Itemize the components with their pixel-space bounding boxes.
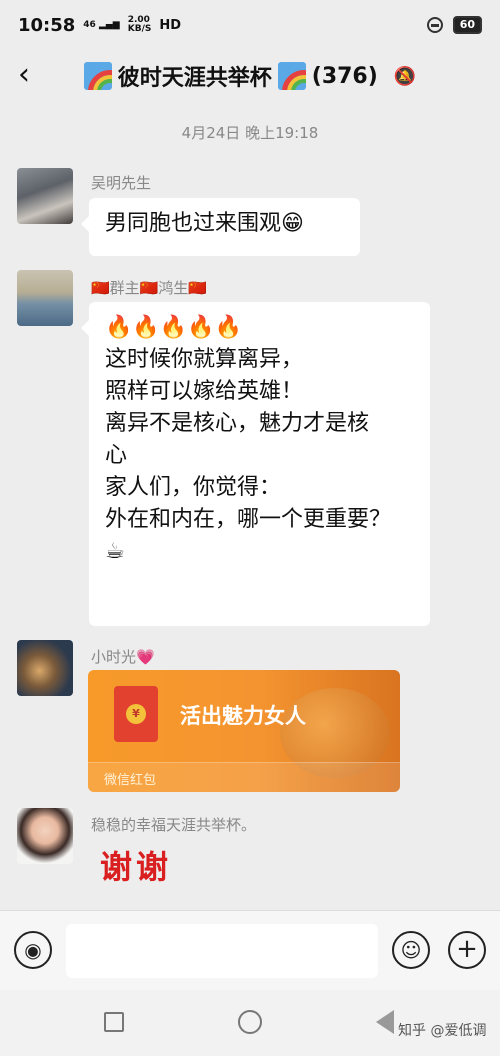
plus-button[interactable]: + <box>448 931 486 969</box>
red-packet-footer: 微信红包 <box>88 762 400 792</box>
thanks-sticker[interactable]: 谢谢 <box>100 842 172 888</box>
avatar[interactable] <box>17 808 73 864</box>
emoji-icon: ☺ <box>400 938 422 962</box>
voice-icon: ◉ <box>24 938 42 962</box>
signal-text: 46 <box>83 19 96 30</box>
message-bubble[interactable]: 🔥🔥🔥🔥🔥 这时候你就算离异， 照样可以嫁给英雄！ 离异不是核心，魅力才是核 心… <box>81 302 430 626</box>
back-button[interactable]: ‹ <box>18 60 30 90</box>
chat-title: 彼时天涯共举杯 (376) 🔕 <box>83 60 417 92</box>
signal-icon: ▂▄▆ <box>98 19 120 30</box>
emoji-button[interactable]: ☺ <box>392 931 430 969</box>
sender-name: 小时光💗 <box>91 648 155 666</box>
red-packet-label: 微信红包 <box>104 773 157 788</box>
avatar[interactable] <box>17 270 73 326</box>
net-speed: 2.00 KB/S <box>128 16 152 34</box>
red-packet-card[interactable]: ¥ 活出魅力女人 微信红包 <box>88 670 400 792</box>
voice-button[interactable]: ◉ <box>14 931 52 969</box>
net-speed-unit: KB/S <box>127 24 152 34</box>
group-name: 彼时天涯共举杯 <box>117 66 272 91</box>
hd-badge: HD <box>159 17 182 33</box>
message-line: 心 <box>105 443 128 468</box>
watermark: 知乎 @爱低调 <box>398 1023 487 1039</box>
message-line: 🔥🔥🔥🔥🔥 <box>105 315 242 340</box>
message-text: 男同胞也过来围观😁 <box>105 211 304 236</box>
avatar[interactable] <box>17 168 73 224</box>
message-timestamp: 4月24日 晚上19:18 <box>181 124 319 142</box>
status-bar: 10:58 46 ▂▄▆ 2.00 KB/S HD 60 <box>0 0 500 50</box>
rainbow-icon <box>83 62 112 90</box>
red-packet-coin: ¥ <box>126 704 146 724</box>
data-saver-icon <box>426 17 443 33</box>
message-input[interactable] <box>66 924 378 978</box>
chat-header: ‹ 彼时天涯共举杯 (376) 🔕 <box>0 50 500 102</box>
sender-name: 稳稳的幸福天涯共举杯。 <box>91 816 257 834</box>
sender-name: 🇨🇳群主🇨🇳鸿生🇨🇳 <box>91 279 208 297</box>
message-line: ☕ <box>105 539 125 564</box>
recent-apps-button[interactable] <box>104 1012 124 1032</box>
status-time: 10:58 <box>18 14 76 36</box>
input-bar: ◉ ☺ + <box>0 910 500 990</box>
message-line: 照样可以嫁给英雄！ <box>105 379 304 404</box>
message-line: 外在和内在，哪一个更重要？ <box>105 507 392 532</box>
member-count: (376) <box>311 63 378 89</box>
message-line: 离异不是核心，魅力才是核 <box>105 411 370 436</box>
plus-icon: + <box>456 934 478 964</box>
message-line: 这时候你就算离异， <box>105 347 304 372</box>
home-button[interactable] <box>238 1010 262 1034</box>
avatar[interactable] <box>17 640 73 696</box>
network-indicator: 46 ▂▄▆ <box>83 19 120 30</box>
message-line: 家人们，你觉得： <box>105 475 282 500</box>
sender-name: 吴明先生 <box>91 174 152 192</box>
back-nav-button[interactable] <box>376 1010 394 1034</box>
battery-icon: 60 <box>452 16 482 34</box>
rainbow-icon <box>277 62 306 90</box>
bell-mute-icon: 🔕 <box>393 65 417 87</box>
message-bubble[interactable]: 男同胞也过来围观😁 <box>81 198 360 256</box>
red-packet-title: 活出魅力女人 <box>180 704 306 728</box>
red-envelope-icon: ¥ <box>114 686 158 742</box>
chevron-left-icon: ‹ <box>18 57 30 92</box>
